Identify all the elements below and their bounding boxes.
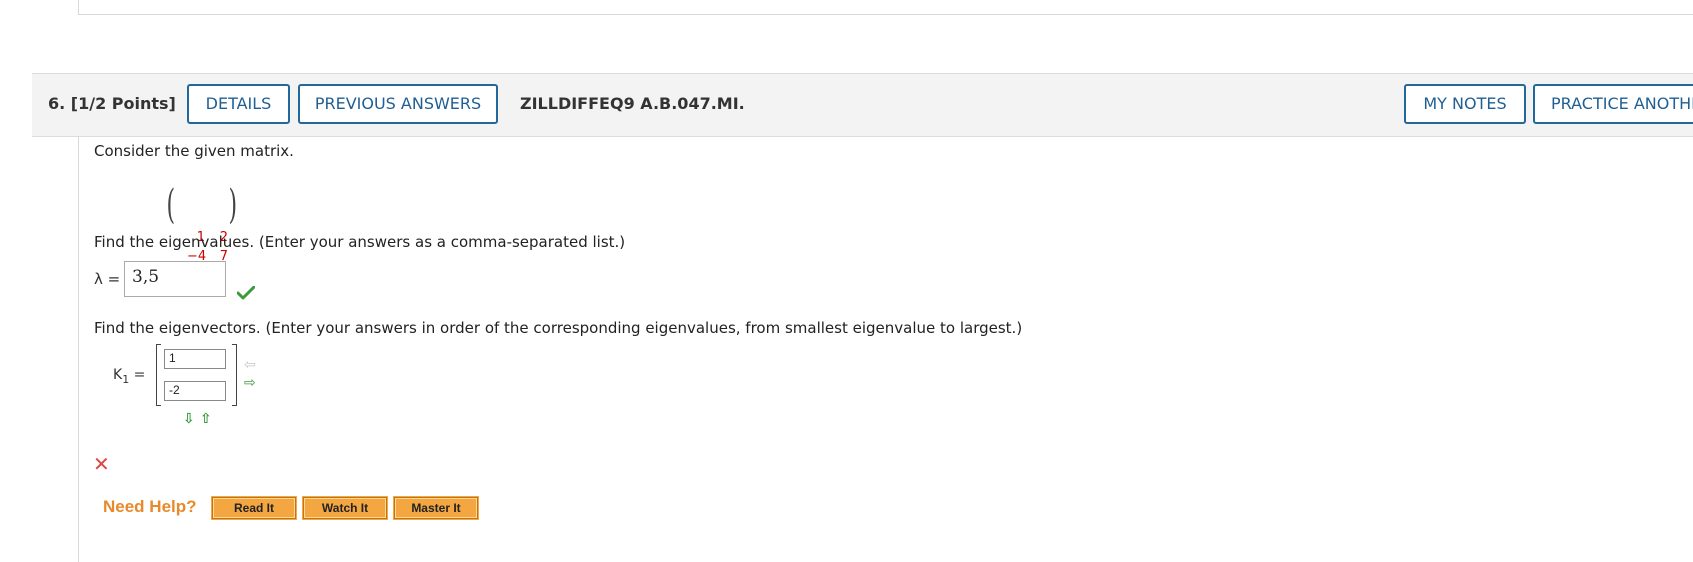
question-number-points: 6. [1/2 Points]: [48, 94, 176, 113]
k-equals: =: [129, 367, 146, 383]
eigenvalues-input[interactable]: 3,5: [124, 261, 226, 297]
k1-label: K1 =: [113, 367, 146, 386]
question-header: 6. [1/2 Points] DETAILS PREVIOUS ANSWERS…: [32, 73, 1693, 137]
master-it-button[interactable]: Master It: [393, 496, 479, 520]
details-button[interactable]: DETAILS: [187, 84, 290, 124]
eigenvector-entry-2-input[interactable]: -2: [164, 381, 226, 401]
eigenvalues-prompt: Find the eigenvalues. (Enter your answer…: [94, 233, 626, 251]
incorrect-x-icon: ✕: [93, 452, 110, 476]
k-letter: K: [113, 367, 123, 383]
matrix-right-paren: ): [228, 182, 238, 228]
practice-another-button[interactable]: PRACTICE ANOTHER: [1533, 84, 1693, 124]
previous-answers-button[interactable]: PREVIOUS ANSWERS: [298, 84, 498, 124]
add-row-arrow-icon[interactable]: ⇩: [183, 412, 195, 426]
watch-it-button[interactable]: Watch It: [302, 496, 388, 520]
k-subscript: 1: [122, 373, 130, 386]
my-notes-button[interactable]: MY NOTES: [1404, 84, 1526, 124]
matrix-left-paren: (: [166, 182, 176, 228]
intro-text: Consider the given matrix.: [94, 142, 294, 160]
remove-row-arrow-icon[interactable]: ⇧: [200, 412, 212, 426]
page: 6. [1/2 Points] DETAILS PREVIOUS ANSWERS…: [0, 0, 1693, 562]
question-reference: ZILLDIFFEQ9 A.B.047.MI.: [520, 94, 745, 113]
add-column-arrow-icon[interactable]: ⇨: [244, 376, 256, 390]
remove-column-arrow-icon[interactable]: ⇦: [244, 358, 256, 372]
vector-right-bracket: [232, 344, 237, 406]
previous-question-box: [78, 0, 1693, 15]
correct-check-icon: [237, 286, 255, 300]
vector-left-bracket: [156, 344, 161, 406]
need-help-label: Need Help?: [103, 497, 197, 516]
eigenvector-entry-1-input[interactable]: 1: [164, 349, 226, 369]
lambda-label: λ =: [94, 270, 121, 288]
read-it-button[interactable]: Read It: [211, 496, 297, 520]
question-body: Consider the given matrix. ( 1 2 −4 7 ) …: [78, 136, 1693, 562]
eigenvectors-prompt: Find the eigenvectors. (Enter your answe…: [94, 319, 1023, 337]
given-matrix: ( 1 2 −4 7 ): [167, 182, 243, 264]
